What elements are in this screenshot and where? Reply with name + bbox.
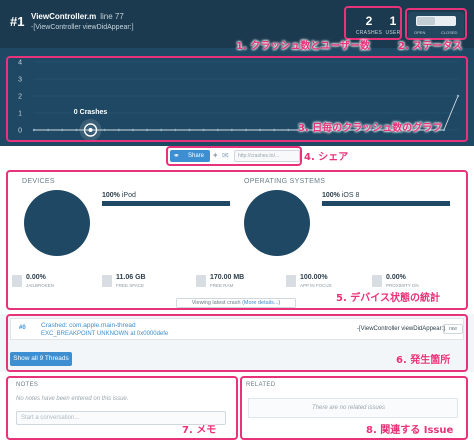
annotation-4: 4. シェア <box>304 152 349 163</box>
annotation-7: 7. メモ <box>182 425 217 436</box>
annotation-3: 3. 日毎のクラッシュ数のグラフ <box>298 123 443 134</box>
highlight-share <box>166 146 302 166</box>
highlight-status <box>405 8 467 40</box>
issue-number: #1 <box>10 14 25 29</box>
file-name: ViewController.m <box>31 12 97 21</box>
crash-method: -[ViewController viewDidAppear:] <box>31 24 134 31</box>
annotation-1: 1. クラッシュ数とユーザー数 <box>236 41 371 52</box>
annotation-6: 6. 発生箇所 <box>396 355 451 366</box>
highlight-crashes-users <box>344 6 402 40</box>
annotation-2: 2. ステータス <box>398 41 463 52</box>
crash-file: ViewController.m line 77 <box>31 12 124 21</box>
line-number: line 77 <box>100 12 124 21</box>
annotation-8: 8. 関連する Issue <box>366 425 454 436</box>
annotation-5: 5. デバイス状態の統計 <box>336 293 440 304</box>
